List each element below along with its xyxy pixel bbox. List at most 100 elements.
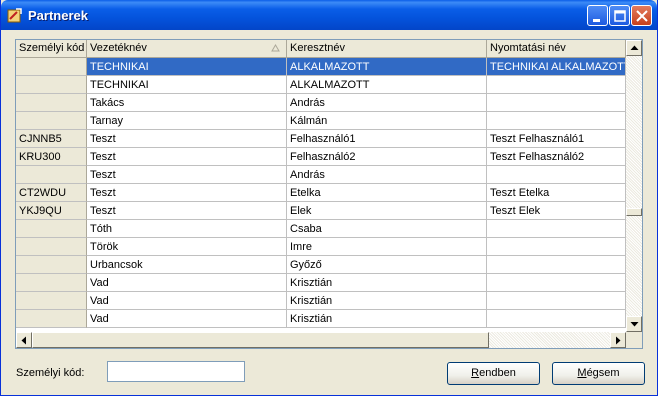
cell-lastname[interactable]: TECHNIKAI [87, 76, 287, 94]
cell-printname[interactable] [487, 112, 626, 130]
grid-header: Személyi kód Vezetéknév Keresztnév Nyomt… [16, 40, 626, 58]
table-row[interactable]: TECHNIKAI ALKALMAZOTT [16, 76, 626, 94]
column-header-code[interactable]: Személyi kód [16, 40, 87, 58]
cell-code [16, 166, 87, 184]
cell-printname[interactable] [487, 274, 626, 292]
cell-code [16, 256, 87, 274]
minimize-button[interactable] [587, 5, 608, 26]
table-row[interactable]: CT2WDU Teszt Etelka Teszt Etelka [16, 184, 626, 202]
partners-grid[interactable]: Személyi kód Vezetéknév Keresztnév Nyomt… [15, 39, 643, 349]
cell-firstname[interactable]: Imre [287, 238, 487, 256]
cell-lastname[interactable]: Teszt [87, 130, 287, 148]
vertical-scrollbar[interactable] [626, 40, 642, 332]
table-row[interactable]: Vad Krisztián [16, 274, 626, 292]
cell-code [16, 292, 87, 310]
column-header-printname[interactable]: Nyomtatási név [487, 40, 626, 58]
cell-lastname[interactable]: Teszt [87, 148, 287, 166]
cell-printname[interactable]: Teszt Etelka [487, 184, 626, 202]
cell-firstname[interactable]: Etelka [287, 184, 487, 202]
vertical-scroll-thumb[interactable] [626, 208, 642, 216]
cell-code: YKJ9QU [16, 202, 87, 220]
close-button[interactable] [631, 5, 652, 26]
cell-firstname[interactable]: Csaba [287, 220, 487, 238]
cell-lastname[interactable]: Urbancsok [87, 256, 287, 274]
table-row[interactable]: TECHNIKAI ALKALMAZOTT TECHNIKAI ALKALMAZOT… [16, 58, 626, 76]
cancel-button[interactable]: Mégsem [552, 362, 645, 385]
minimize-icon [593, 19, 600, 22]
cell-firstname[interactable]: András [287, 94, 487, 112]
title-bar[interactable]: Partnerek [1, 0, 657, 30]
cell-lastname[interactable]: Vad [87, 292, 287, 310]
table-row[interactable]: Török Imre [16, 238, 626, 256]
cell-printname[interactable] [487, 310, 626, 328]
cell-code [16, 274, 87, 292]
cell-firstname[interactable]: András [287, 166, 487, 184]
cell-lastname[interactable]: Takács [87, 94, 287, 112]
cell-printname[interactable] [487, 238, 626, 256]
cell-lastname[interactable]: TECHNIKAI [87, 58, 287, 76]
cell-lastname[interactable]: Teszt [87, 184, 287, 202]
table-row[interactable]: Vad Krisztián [16, 310, 626, 328]
cell-firstname[interactable]: Felhasználó1 [287, 130, 487, 148]
cell-printname[interactable] [487, 94, 626, 112]
cancel-button-mnemonic: M [577, 367, 587, 379]
cell-printname[interactable] [487, 166, 626, 184]
cell-firstname[interactable]: Elek [287, 202, 487, 220]
scroll-left-button[interactable] [16, 332, 32, 348]
ok-button-mnemonic: R [471, 367, 480, 379]
window-title: Partnerek [28, 8, 88, 23]
cancel-button-label: égsem [586, 367, 620, 379]
cell-lastname[interactable]: Tóth [87, 220, 287, 238]
cell-printname[interactable] [487, 220, 626, 238]
column-header-lastname[interactable]: Vezetéknév [87, 40, 287, 58]
table-row[interactable]: Urbancsok Győző [16, 256, 626, 274]
table-row[interactable]: Takács András [16, 94, 626, 112]
cell-firstname[interactable]: Krisztián [287, 310, 487, 328]
cell-firstname[interactable]: ALKALMAZOTT [287, 76, 487, 94]
cell-code: CJNNB5 [16, 130, 87, 148]
cell-firstname[interactable]: Krisztián [287, 274, 487, 292]
code-input[interactable] [107, 361, 245, 382]
arrow-left-icon [21, 336, 26, 345]
cell-lastname[interactable]: Vad [87, 310, 287, 328]
table-row[interactable]: Tóth Csaba [16, 220, 626, 238]
table-row[interactable]: Tarnay Kálmán [16, 112, 626, 130]
cell-printname[interactable] [487, 76, 626, 94]
table-row[interactable]: CJNNB5 Teszt Felhasználó1 Teszt Felhasználó… [16, 130, 626, 148]
maximize-icon [614, 10, 626, 22]
column-header-label: Vezetéknév [90, 42, 147, 54]
cell-printname[interactable]: Teszt Felhasználó2 [487, 148, 626, 166]
cell-printname[interactable]: Teszt Felhasználó1 [487, 130, 626, 148]
table-row[interactable]: Vad Krisztián [16, 292, 626, 310]
scroll-down-button[interactable] [626, 316, 642, 332]
table-row[interactable]: YKJ9QU Teszt Elek Teszt Elek [16, 202, 626, 220]
scroll-right-button[interactable] [610, 332, 626, 348]
cell-firstname[interactable]: Krisztián [287, 292, 487, 310]
cell-code [16, 220, 87, 238]
cell-firstname[interactable]: Kálmán [287, 112, 487, 130]
cell-lastname[interactable]: Teszt [87, 202, 287, 220]
cell-firstname[interactable]: ALKALMAZOTT [287, 58, 487, 76]
cell-lastname[interactable]: Teszt [87, 166, 287, 184]
cell-printname[interactable] [487, 256, 626, 274]
cell-printname[interactable]: Teszt Elek [487, 202, 626, 220]
scroll-up-button[interactable] [626, 40, 642, 56]
cell-printname[interactable] [487, 292, 626, 310]
app-icon [7, 7, 23, 23]
cell-firstname[interactable]: Győző [287, 256, 487, 274]
cell-lastname[interactable]: Török [87, 238, 287, 256]
table-row[interactable]: KRU300 Teszt Felhasználó2 Teszt Felhasználó… [16, 148, 626, 166]
close-icon [636, 10, 648, 22]
maximize-button[interactable] [609, 5, 630, 26]
column-header-firstname[interactable]: Keresztnév [287, 40, 487, 58]
horizontal-scrollbar[interactable] [16, 332, 626, 348]
cell-printname[interactable]: TECHNIKAI ALKALMAZOTT [487, 58, 626, 76]
cell-lastname[interactable]: Tarnay [87, 112, 287, 130]
cell-lastname[interactable]: Vad [87, 274, 287, 292]
ok-button[interactable]: Rendben [447, 362, 540, 385]
cell-firstname[interactable]: Felhasználó2 [287, 148, 487, 166]
arrow-right-icon [616, 336, 621, 345]
table-row[interactable]: Teszt András [16, 166, 626, 184]
cell-code [16, 94, 87, 112]
horizontal-scroll-thumb[interactable] [32, 332, 489, 348]
